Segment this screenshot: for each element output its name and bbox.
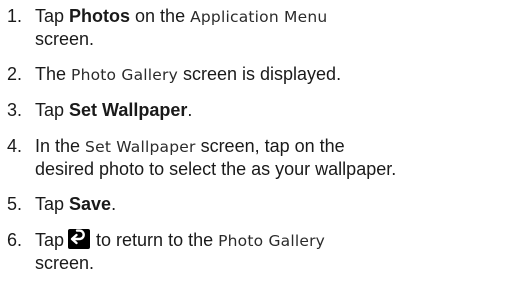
step-number: 6. [7,230,23,250]
step-text-part: Tap [35,230,65,250]
step-text: The Photo Gallery screen is displayed. [35,63,520,86]
step-text-part: . [111,194,117,214]
step-number: 3. [7,100,23,120]
step-text-part: on the [130,6,191,26]
step-number: 2. [7,64,23,84]
application-menu-label: Application Menu [190,8,328,26]
step-text-part: . [187,100,193,120]
step-text: In the Set Wallpaper screen, tap on the d… [35,135,520,180]
step-text-part: screen, tap on the [195,136,345,156]
step-number: 4. [7,136,23,156]
step-text-part: desired photo to select the as your wall… [35,159,397,179]
step-text-part: screen is displayed. [177,64,342,84]
set-wallpaper-screen-label: Set Wallpaper [85,138,196,156]
step-text-part: Tap [35,6,70,26]
photo-gallery-return-label: Photo Gallery [218,232,326,250]
step-text-part: Tap [35,194,70,214]
step-text: Tap to return to the Photo Gallery screen. [35,229,520,274]
photos-label: Photos [69,6,131,26]
step-text: Tap Photos on the Application Menu screen… [35,5,520,50]
step-text-part: screen. [35,253,95,273]
step-text-part: Tap [35,100,70,120]
set-wallpaper-label: Set Wallpaper [69,100,188,120]
step-text-part: In the [35,136,86,156]
back-arrow-icon [68,229,91,249]
step-text-part: The [35,64,72,84]
step-number: 1. [7,6,23,26]
save-label: Save [69,194,112,214]
step-text-part: screen. [35,29,95,49]
step-text-part: to return to the [96,230,219,250]
step-text: Tap Save. [35,193,520,215]
photo-gallery-label: Photo Gallery [71,66,178,84]
step-text: Tap Set Wallpaper. [35,99,520,121]
step-number: 5. [7,194,23,214]
